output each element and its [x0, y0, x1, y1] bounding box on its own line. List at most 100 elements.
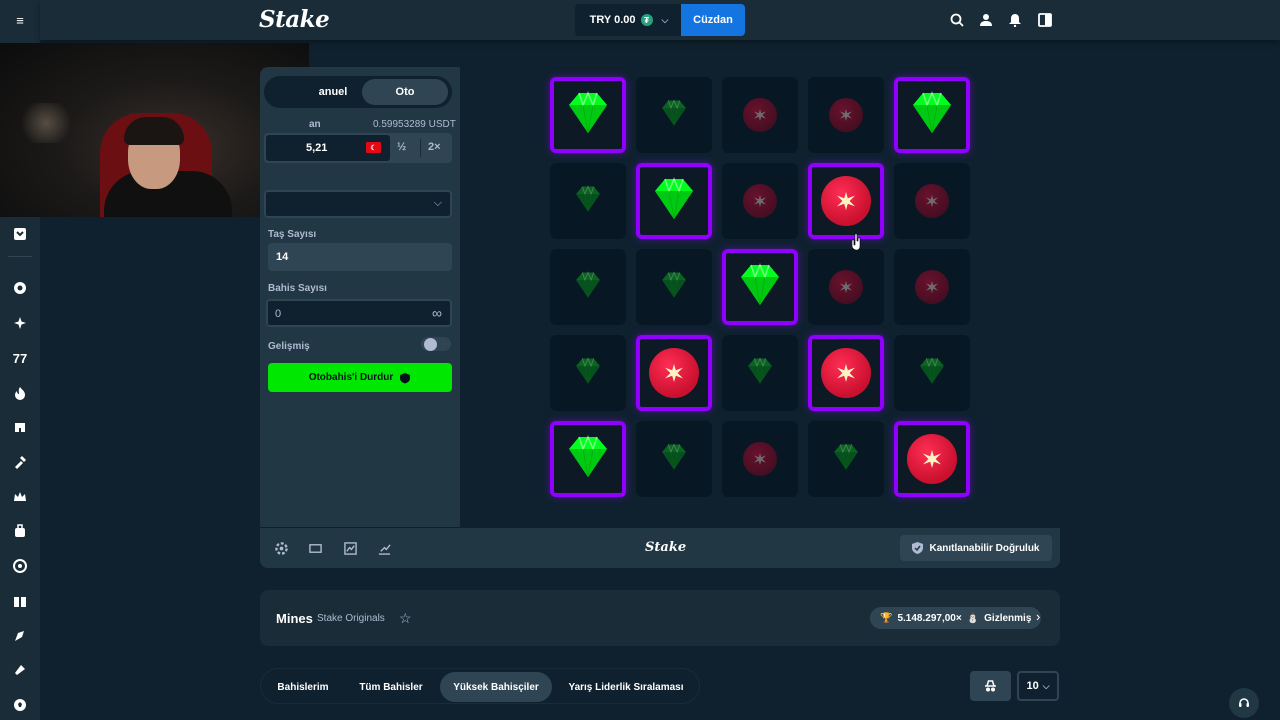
gem-icon [657, 270, 691, 305]
balance-selector[interactable]: TRY 0.00 ₮ ⌵ [575, 4, 683, 36]
tile[interactable] [894, 77, 970, 153]
trophy-icon: 🏆 [880, 612, 893, 624]
tab-manual[interactable]: anuel [266, 79, 360, 105]
tile[interactable] [636, 335, 712, 411]
live-casino-icon[interactable] [10, 417, 30, 437]
infinity-icon[interactable]: ∞ [432, 305, 442, 321]
tab-high-rollers[interactable]: Yüksek Bahisçiler [440, 672, 552, 702]
bet-amount-label: an [309, 119, 321, 130]
bag-icon[interactable] [10, 521, 30, 541]
advanced-toggle[interactable] [421, 337, 451, 351]
tile[interactable] [894, 163, 970, 239]
mine-icon [743, 442, 777, 476]
sidebar-toggle-icon[interactable] [1037, 12, 1053, 28]
bet-amount-input[interactable]: 5,21 ☾ [266, 135, 390, 161]
stop-autobet-button[interactable]: Otobahis'i Durdur [268, 363, 452, 392]
favorite-star-icon[interactable]: ☆ [399, 610, 412, 627]
double-bet-button[interactable]: 2× [428, 141, 441, 153]
tile[interactable] [894, 249, 970, 325]
tile[interactable] [550, 249, 626, 325]
slots-icon[interactable]: 77 [10, 348, 30, 368]
tile[interactable] [894, 421, 970, 497]
tile[interactable] [722, 421, 798, 497]
tile[interactable] [550, 335, 626, 411]
stake-logo[interactable]: Stake [259, 6, 330, 33]
crown-icon[interactable] [10, 487, 30, 507]
headset-icon [1239, 698, 1249, 707]
half-bet-button[interactable]: ½ [397, 141, 406, 153]
mines-select[interactable]: ⌵ [264, 190, 452, 218]
cam-streamer-hair [124, 117, 184, 145]
tile[interactable] [636, 249, 712, 325]
new-releases-icon[interactable] [10, 313, 30, 333]
chevron-right-icon[interactable]: › [1036, 609, 1040, 624]
ticket-icon[interactable] [10, 660, 30, 680]
tile[interactable] [722, 77, 798, 153]
tile[interactable] [808, 421, 884, 497]
tile[interactable] [894, 335, 970, 411]
tile[interactable] [636, 421, 712, 497]
gems-label: Taş Sayısı [268, 229, 317, 240]
mine-icon [829, 98, 863, 132]
game-shows-icon[interactable] [10, 452, 30, 472]
game-provider[interactable]: Stake Originals [317, 613, 385, 624]
advanced-label: Gelişmiş [268, 341, 310, 352]
chevron-down-icon: ⌵ [1042, 680, 1050, 691]
football-icon[interactable] [10, 695, 30, 715]
turkey-flag-icon: ☾ [366, 142, 381, 153]
rows-per-page-select[interactable]: 10 ⌵ [1017, 671, 1059, 701]
target-icon[interactable] [10, 556, 30, 576]
stats-icon[interactable] [343, 541, 357, 555]
tab-all-bets[interactable]: Tüm Bahisler [345, 672, 437, 702]
search-icon[interactable] [949, 12, 965, 28]
record-badge[interactable]: 🏆 5.148.297,00× ⛄ Gizlenmiş [870, 607, 1042, 629]
tile[interactable] [808, 163, 884, 239]
tile[interactable] [808, 77, 884, 153]
bets-tabs: Bahislerim Tüm Bahisler Yüksek Bahisçile… [260, 668, 700, 704]
gift-icon[interactable] [10, 591, 30, 611]
tile[interactable] [808, 335, 884, 411]
stake-logo-small: Stake [645, 540, 687, 555]
tile[interactable] [722, 249, 798, 325]
chevron-down-icon: ⌵ [661, 14, 669, 25]
bell-icon[interactable] [1007, 12, 1023, 28]
gem-icon [571, 270, 605, 305]
bet-count-input[interactable]: 0 ∞ [266, 299, 452, 327]
gem-icon [905, 89, 959, 142]
live-stats-icon[interactable] [377, 541, 391, 555]
provably-fair-button[interactable]: Kanıtlanabilir Doğruluk [900, 535, 1052, 561]
tile[interactable] [550, 163, 626, 239]
tile[interactable] [550, 421, 626, 497]
sports-icon[interactable] [10, 626, 30, 646]
theatre-mode-icon[interactable] [308, 541, 322, 555]
record-user: Gizlenmiş [984, 612, 1032, 624]
game-title: Mines [276, 611, 313, 626]
originals-icon[interactable] [10, 278, 30, 298]
wallet-button[interactable]: Cüzdan [681, 4, 745, 36]
user-icon[interactable] [978, 12, 994, 28]
tab-auto[interactable]: Oto [362, 79, 448, 105]
tile[interactable] [550, 77, 626, 153]
gems-field: 14 [268, 243, 452, 271]
hot-icon[interactable] [10, 383, 30, 403]
hide-stats-button[interactable] [970, 671, 1011, 701]
tile[interactable] [636, 163, 712, 239]
bet-amount-value: 5,21 [306, 142, 328, 154]
gem-icon [743, 356, 777, 391]
mine-icon [907, 434, 957, 484]
menu-icon[interactable]: ≡ [10, 10, 30, 30]
mine-icon [915, 184, 949, 218]
casino-icon[interactable] [10, 224, 30, 244]
mine-icon [821, 176, 871, 226]
support-button[interactable] [1229, 688, 1259, 718]
incognito-icon [985, 680, 996, 692]
game-toolbar: Stake Kanıtlanabilir Doğruluk [260, 528, 1060, 568]
settings-icon[interactable] [274, 541, 288, 555]
tile[interactable] [722, 335, 798, 411]
tile[interactable] [808, 249, 884, 325]
provably-fair-label: Kanıtlanabilir Doğruluk [929, 542, 1040, 554]
tile[interactable] [722, 163, 798, 239]
tab-my-bets[interactable]: Bahislerim [265, 672, 341, 702]
tile[interactable] [636, 77, 712, 153]
tab-race-leaderboard[interactable]: Yarış Liderlik Sıralaması [556, 672, 696, 702]
